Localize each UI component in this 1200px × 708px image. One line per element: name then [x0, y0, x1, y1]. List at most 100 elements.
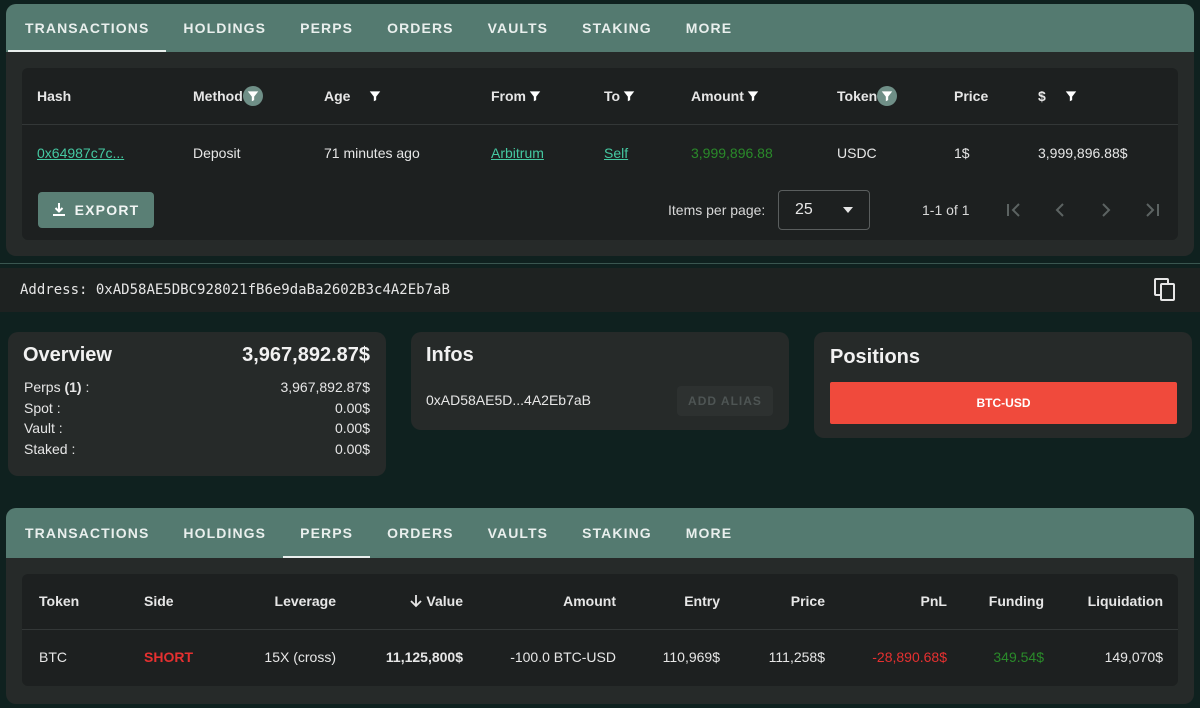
- perps-table: Token Side Leverage Value Amount Entry P…: [22, 574, 1178, 686]
- col-amount-label: Amount: [691, 88, 744, 104]
- perps-label: Perps: [24, 379, 61, 395]
- tab-more[interactable]: MORE: [669, 4, 749, 52]
- overview-perps-row: Perps (1) : 3,967,892.87$: [24, 379, 370, 395]
- filter-icon[interactable]: [1064, 89, 1078, 103]
- col-method: Method: [193, 86, 263, 106]
- tab-transactions[interactable]: TRANSACTIONS: [8, 508, 166, 558]
- pos-leverage: 15X (cross): [264, 649, 336, 665]
- col-method-label: Method: [193, 88, 243, 104]
- infos-short-address: 0xAD58AE5D...4A2Eb7aB: [426, 392, 591, 408]
- col-age: Age: [324, 88, 382, 104]
- tab-vaults[interactable]: VAULTS: [471, 508, 566, 558]
- col-amount: Amount: [691, 88, 760, 104]
- col-liquidation: Liquidation: [1087, 593, 1163, 609]
- table-row: 0x64987c7c... Deposit 71 minutes ago Arb…: [22, 125, 1178, 181]
- arrow-down-icon[interactable]: [409, 594, 423, 608]
- tab-perps[interactable]: PERPS: [283, 508, 371, 558]
- tab-holdings[interactable]: HOLDINGS: [166, 4, 283, 52]
- address-text: Address: 0xAD58AE5DBC928021fB6e9daBa2602…: [20, 282, 450, 298]
- col-to-label: To: [604, 88, 621, 104]
- perps-count: (1): [64, 379, 82, 395]
- address-label: Address:: [20, 282, 88, 298]
- divider: [0, 263, 1200, 264]
- staked-label: Staked :: [24, 441, 76, 457]
- pos-entry: 110,969$: [662, 649, 720, 665]
- tx-to-link[interactable]: Self: [604, 145, 628, 161]
- page-range: 1-1 of 1: [922, 202, 970, 218]
- tab-orders[interactable]: ORDERS: [370, 4, 471, 52]
- address-value: 0xAD58AE5DBC928021fB6e9daBa2602B3c4A2Eb7…: [95, 282, 450, 298]
- overview-title: Overview: [23, 344, 112, 366]
- tab-more[interactable]: MORE: [669, 508, 749, 558]
- perps-colon: :: [85, 379, 90, 395]
- next-page-icon[interactable]: [1094, 200, 1118, 220]
- col-usd: $: [1038, 88, 1078, 104]
- tx-from-link[interactable]: Arbitrum: [491, 145, 544, 161]
- filter-icon[interactable]: [622, 89, 636, 103]
- address-bar: Address: 0xAD58AE5DBC928021fB6e9daBa2602…: [0, 268, 1200, 312]
- overview-staked-row: Staked : 0.00$: [24, 441, 370, 457]
- transactions-panel: TRANSACTIONS HOLDINGS PERPS ORDERS VAULT…: [6, 4, 1194, 256]
- table-header: Token Side Leverage Value Amount Entry P…: [22, 574, 1178, 628]
- col-age-label: Age: [324, 88, 351, 104]
- positions-card: Positions BTC-USD: [814, 332, 1192, 438]
- overview-spot-row: Spot : 0.00$: [24, 400, 370, 416]
- tab-bar: TRANSACTIONS HOLDINGS PERPS ORDERS VAULT…: [6, 508, 1194, 558]
- pos-token: BTC: [39, 649, 67, 665]
- pos-pnl: -28,890.68$: [872, 649, 947, 665]
- copy-icon[interactable]: [1154, 278, 1176, 302]
- export-button[interactable]: EXPORT: [38, 192, 154, 228]
- tx-price: 1$: [954, 145, 970, 161]
- tab-perps[interactable]: PERPS: [283, 4, 370, 52]
- vault-label: Vault :: [24, 420, 63, 436]
- col-value-label: Value: [426, 593, 463, 609]
- col-price: Price: [954, 88, 989, 104]
- col-token-label: Token: [837, 88, 878, 104]
- col-leverage: Leverage: [274, 593, 336, 609]
- pos-price: 111,258$: [768, 649, 825, 665]
- overview-total: 3,967,892.87$: [242, 344, 370, 366]
- pos-side: SHORT: [144, 649, 193, 665]
- overview-vault-row: Vault : 0.00$: [24, 420, 370, 436]
- infos-title: Infos: [426, 344, 474, 366]
- spot-value: 0.00$: [334, 400, 370, 416]
- first-page-icon[interactable]: [1002, 200, 1026, 220]
- tab-bar: TRANSACTIONS HOLDINGS PERPS ORDERS VAULT…: [6, 4, 1194, 52]
- filter-icon[interactable]: [746, 89, 760, 103]
- add-alias-button[interactable]: ADD ALIAS: [677, 386, 773, 416]
- tx-usd: 3,999,896.88$: [1038, 145, 1128, 161]
- vault-value: 0.00$: [334, 420, 370, 436]
- overview-card: Overview 3,967,892.87$ Perps (1) : 3,967…: [8, 332, 386, 476]
- tab-staking[interactable]: STAKING: [565, 508, 669, 558]
- col-value: Value: [409, 593, 463, 609]
- download-icon: [52, 203, 65, 216]
- tx-hash-link[interactable]: 0x64987c7c...: [37, 145, 124, 161]
- export-label: EXPORT: [74, 202, 140, 218]
- tab-staking[interactable]: STAKING: [565, 4, 669, 52]
- tab-vaults[interactable]: VAULTS: [471, 4, 566, 52]
- last-page-icon[interactable]: [1140, 200, 1164, 220]
- filter-icon[interactable]: [368, 89, 382, 103]
- items-per-page-select[interactable]: 25: [778, 190, 870, 230]
- prev-page-icon[interactable]: [1048, 200, 1072, 220]
- position-btc-usd-button[interactable]: BTC-USD: [830, 382, 1177, 424]
- items-per-page-value: 25: [795, 201, 813, 218]
- col-usd-label: $: [1038, 88, 1046, 104]
- col-entry: Entry: [684, 593, 720, 609]
- tab-holdings[interactable]: HOLDINGS: [166, 508, 283, 558]
- items-per-page-label: Items per page:: [668, 202, 766, 218]
- perps-panel: TRANSACTIONS HOLDINGS PERPS ORDERS VAULT…: [6, 508, 1194, 704]
- tx-age: 71 minutes ago: [324, 145, 420, 161]
- filter-icon[interactable]: [877, 86, 898, 106]
- table-header: Hash Method Age From To Amount Token Pri…: [22, 68, 1178, 124]
- filter-icon[interactable]: [242, 86, 263, 106]
- infos-card: Infos 0xAD58AE5D...4A2Eb7aB ADD ALIAS: [411, 332, 789, 430]
- staked-value: 0.00$: [334, 441, 370, 457]
- col-amount: Amount: [563, 593, 616, 609]
- tab-transactions[interactable]: TRANSACTIONS: [8, 4, 167, 52]
- tab-orders[interactable]: ORDERS: [370, 508, 471, 558]
- col-from-label: From: [491, 88, 526, 104]
- chevron-down-icon: [843, 207, 853, 213]
- filter-icon[interactable]: [528, 89, 542, 103]
- spot-label: Spot :: [24, 400, 61, 416]
